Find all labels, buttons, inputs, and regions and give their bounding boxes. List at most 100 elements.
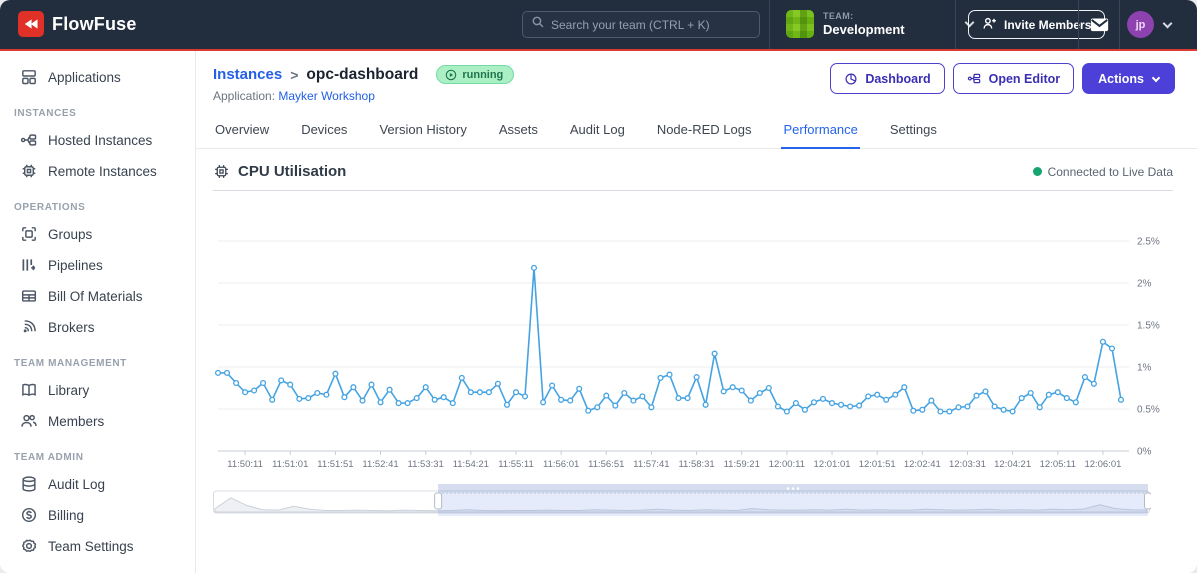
data-point-marker[interactable] (251, 387, 258, 394)
sidebar-item-audit-log[interactable]: Audit Log (0, 469, 195, 499)
sidebar-item-library[interactable]: Library (0, 375, 195, 405)
data-point-marker[interactable] (594, 404, 601, 411)
data-point-marker[interactable] (982, 388, 989, 395)
data-point-marker[interactable] (386, 386, 393, 393)
data-point-marker[interactable] (1108, 345, 1116, 352)
data-point-marker[interactable] (792, 400, 799, 407)
brush-grip-icon[interactable] (796, 487, 800, 490)
tab-devices[interactable]: Devices (299, 118, 349, 148)
tab-audit-log[interactable]: Audit Log (568, 118, 627, 148)
data-point-marker[interactable] (585, 407, 592, 414)
data-point-marker[interactable] (1117, 396, 1125, 403)
data-point-marker[interactable] (648, 404, 655, 411)
data-point-marker[interactable] (305, 395, 312, 402)
data-point-marker[interactable] (1090, 380, 1097, 387)
data-point-marker[interactable] (937, 408, 944, 415)
data-point-marker[interactable] (1000, 406, 1007, 413)
data-point-marker[interactable] (693, 374, 700, 381)
data-point-marker[interactable] (819, 395, 827, 402)
data-point-marker[interactable] (476, 389, 483, 396)
data-point-marker[interactable] (296, 395, 303, 402)
brush-grip-icon[interactable] (786, 487, 790, 490)
data-point-marker[interactable] (883, 396, 890, 403)
data-point-marker[interactable] (233, 379, 240, 387)
data-point-marker[interactable] (603, 392, 610, 399)
data-point-marker[interactable] (729, 384, 736, 391)
data-point-marker[interactable] (368, 381, 375, 388)
data-point-marker[interactable] (828, 400, 836, 407)
data-point-marker[interactable] (395, 400, 402, 407)
data-point-marker[interactable] (278, 377, 285, 384)
data-point-marker[interactable] (639, 393, 646, 400)
data-point-marker[interactable] (512, 389, 520, 396)
sidebar-item-applications[interactable]: Applications (0, 62, 195, 92)
data-point-marker[interactable] (747, 397, 754, 404)
data-point-marker[interactable] (765, 384, 772, 392)
data-point-marker[interactable] (801, 406, 808, 413)
team-switcher[interactable]: TEAM: Development (786, 10, 975, 38)
sidebar-item-brokers[interactable]: Brokers (0, 312, 195, 342)
data-point-marker[interactable] (1081, 374, 1088, 381)
data-point-marker[interactable] (530, 264, 538, 271)
data-point-marker[interactable] (666, 371, 673, 378)
brush-grip-icon[interactable] (791, 487, 795, 490)
breadcrumb-instances-link[interactable]: Instances (213, 66, 282, 83)
data-point-marker[interactable] (955, 404, 962, 411)
data-point-marker[interactable] (242, 389, 249, 396)
tab-settings[interactable]: Settings (888, 118, 939, 148)
data-point-marker[interactable] (503, 401, 511, 408)
data-point-marker[interactable] (260, 379, 267, 387)
data-point-marker[interactable] (901, 384, 908, 391)
data-point-marker[interactable] (774, 403, 781, 410)
data-point-marker[interactable] (910, 407, 917, 414)
team-search[interactable] (522, 11, 760, 38)
data-point-marker[interactable] (332, 370, 339, 377)
data-point-marker[interactable] (675, 395, 682, 402)
data-point-marker[interactable] (630, 397, 637, 404)
data-point-marker[interactable] (422, 384, 429, 391)
data-point-marker[interactable] (810, 399, 818, 406)
data-point-marker[interactable] (1009, 408, 1016, 415)
data-point-marker[interactable] (467, 389, 474, 396)
data-point-marker[interactable] (359, 397, 366, 404)
open-editor-button[interactable]: Open Editor (952, 63, 1075, 94)
data-point-marker[interactable] (558, 396, 565, 403)
notifications-button[interactable] (1087, 13, 1111, 37)
invite-members-button[interactable]: Invite Members (968, 10, 1106, 39)
data-point-marker[interactable] (567, 397, 574, 404)
data-point-marker[interactable] (612, 402, 619, 409)
data-point-marker[interactable] (702, 401, 709, 408)
data-point-marker[interactable] (684, 395, 691, 402)
data-point-marker[interactable] (919, 406, 926, 413)
tab-overview[interactable]: Overview (213, 118, 271, 148)
data-point-marker[interactable] (756, 389, 763, 397)
sidebar-item-hosted-instances[interactable]: Hosted Instances (0, 125, 195, 155)
data-point-marker[interactable] (223, 369, 231, 376)
data-point-marker[interactable] (1072, 399, 1079, 406)
data-point-marker[interactable] (1018, 395, 1025, 402)
data-point-marker[interactable] (458, 374, 465, 381)
data-point-marker[interactable] (946, 408, 953, 415)
data-point-marker[interactable] (738, 387, 745, 394)
brand-logo[interactable]: FlowFuse (18, 11, 137, 37)
data-point-marker[interactable] (449, 400, 456, 407)
tab-version-history[interactable]: Version History (377, 118, 468, 148)
application-link[interactable]: Mayker Workshop (278, 89, 374, 103)
data-point-marker[interactable] (720, 388, 727, 395)
data-point-marker[interactable] (1027, 389, 1034, 397)
search-input[interactable] (551, 17, 751, 32)
data-point-marker[interactable] (494, 380, 501, 387)
data-point-marker[interactable] (783, 408, 790, 415)
dashboard-button[interactable]: Dashboard (830, 63, 945, 94)
data-point-marker[interactable] (1063, 395, 1070, 402)
data-point-marker[interactable] (847, 403, 854, 410)
sidebar-item-team-settings[interactable]: Team Settings (0, 531, 195, 561)
tab-node-red-logs[interactable]: Node-RED Logs (655, 118, 754, 148)
sidebar-item-remote-instances[interactable]: Remote Instances (0, 156, 195, 186)
data-point-marker[interactable] (973, 392, 980, 399)
tab-performance[interactable]: Performance (781, 118, 860, 149)
data-point-marker[interactable] (269, 396, 276, 403)
data-point-marker[interactable] (214, 369, 222, 376)
brush-handle-left[interactable] (434, 492, 443, 510)
data-point-marker[interactable] (540, 399, 547, 406)
